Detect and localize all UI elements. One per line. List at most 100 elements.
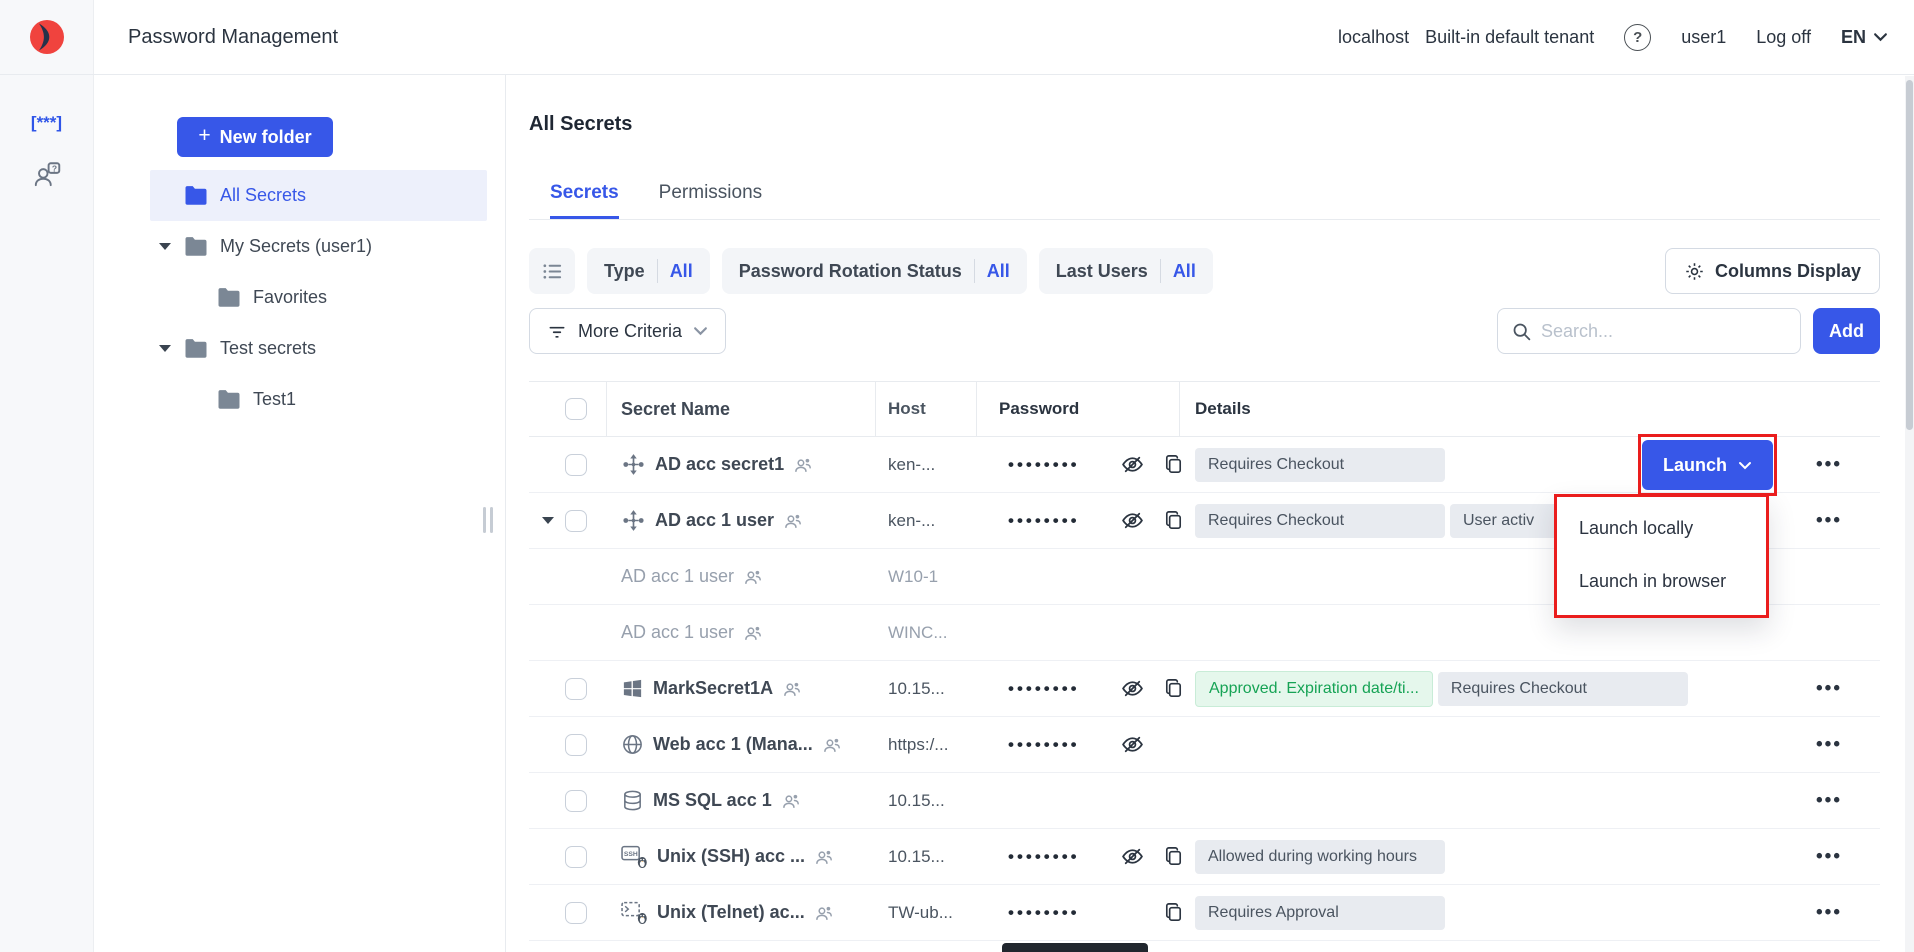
caret-down-icon[interactable] xyxy=(154,345,176,352)
row-checkbox[interactable] xyxy=(565,734,587,756)
ad-icon xyxy=(621,508,646,533)
row-checkbox[interactable] xyxy=(565,510,587,532)
host-value: 10.15... xyxy=(876,847,977,867)
secret-name[interactable]: MarkSecret1A xyxy=(653,678,773,699)
table-row[interactable]: Unix (Telnet) ac... TW-ub... •••••••• Re… xyxy=(529,885,1880,941)
host-value: 10.15... xyxy=(876,679,977,699)
filter-chip-password-rotation-status[interactable]: Password Rotation Status All xyxy=(722,248,1027,294)
host-value: https:/... xyxy=(876,735,977,755)
more-actions-button[interactable]: ••• xyxy=(1816,852,1842,862)
status-badge: Requires Checkout xyxy=(1195,448,1445,482)
eye-off-icon[interactable] xyxy=(1120,844,1145,869)
folder-icon xyxy=(184,338,208,359)
folder-label: Favorites xyxy=(253,287,327,308)
eye-off-icon[interactable] xyxy=(1120,732,1145,757)
more-actions-button[interactable]: ••• xyxy=(1816,684,1842,694)
caret-down-icon[interactable] xyxy=(154,243,176,250)
more-actions-button[interactable]: ••• xyxy=(1816,740,1842,750)
columns-display-button[interactable]: Columns Display xyxy=(1665,248,1880,294)
menu-item-launch-locally[interactable]: Launch locally xyxy=(1557,502,1766,555)
password-mask: •••••••• xyxy=(1008,511,1103,531)
filter-bar: Type All Password Rotation Status All La… xyxy=(529,248,1880,294)
folder-label: My Secrets (user1) xyxy=(220,236,372,257)
list-icon xyxy=(541,260,564,283)
launch-label: Launch xyxy=(1663,455,1727,476)
more-actions-button[interactable]: ••• xyxy=(1816,460,1842,470)
table-row[interactable]: MS SQL acc 1 10.15... ••• xyxy=(529,773,1880,829)
secret-name[interactable]: Unix (SSH) acc ... xyxy=(657,846,805,867)
tab-secrets[interactable]: Secrets xyxy=(550,182,619,219)
secret-name[interactable]: MS SQL acc 1 xyxy=(653,790,772,811)
secret-name[interactable]: AD acc 1 user xyxy=(655,510,774,531)
sidebar-item-favorites[interactable]: Favorites xyxy=(150,272,487,323)
column-header-host[interactable]: Host xyxy=(876,382,977,436)
table-row[interactable]: MarkSecret1A 10.15... •••••••• Approved.… xyxy=(529,661,1880,717)
eye-off-icon[interactable] xyxy=(1120,508,1145,533)
launch-annotation-box: Launch xyxy=(1638,434,1777,496)
sidebar-resize-handle[interactable] xyxy=(483,507,493,533)
row-checkbox[interactable] xyxy=(565,454,587,476)
status-badge: Requires Approval xyxy=(1195,896,1445,930)
criteria-bar: More Criteria Add xyxy=(529,308,1880,354)
search-input[interactable] xyxy=(1541,321,1787,342)
divider xyxy=(657,259,658,283)
column-header-secret-name[interactable]: Secret Name xyxy=(607,382,876,436)
tab-permissions[interactable]: Permissions xyxy=(659,182,762,219)
host-value: WINC... xyxy=(876,623,977,643)
more-actions-button[interactable]: ••• xyxy=(1816,796,1842,806)
password-mask: •••••••• xyxy=(1008,903,1103,923)
user-group-icon xyxy=(743,623,763,643)
search-icon xyxy=(1511,321,1532,342)
filter-chip-type[interactable]: Type All xyxy=(587,248,710,294)
folder-icon xyxy=(184,185,208,206)
svg-text:?: ? xyxy=(51,163,56,173)
user-help-icon[interactable]: ? xyxy=(31,159,63,191)
row-checkbox[interactable] xyxy=(565,790,587,812)
host-value: TW-ub... xyxy=(876,903,977,923)
new-folder-button[interactable]: + New folder xyxy=(177,117,333,157)
table-row[interactable]: SSH Unix (SSH) acc ... 10.15... ••••••••… xyxy=(529,829,1880,885)
password-mask: •••••••• xyxy=(1008,455,1103,475)
app-logo[interactable] xyxy=(0,0,94,74)
secret-name[interactable]: Web acc 1 (Mana... xyxy=(653,734,813,755)
select-all-checkbox[interactable] xyxy=(565,398,587,420)
row-checkbox[interactable] xyxy=(565,846,587,868)
telnet-icon xyxy=(621,900,648,925)
row-checkbox[interactable] xyxy=(565,902,587,924)
more-actions-button[interactable]: ••• xyxy=(1816,908,1842,918)
add-button[interactable]: Add xyxy=(1813,308,1880,354)
launch-button[interactable]: Launch xyxy=(1642,440,1773,490)
logoff-link[interactable]: Log off xyxy=(1756,27,1811,48)
secret-name[interactable]: AD acc 1 user xyxy=(621,622,734,643)
menu-item-launch-in-browser[interactable]: Launch in browser xyxy=(1557,555,1766,608)
more-actions-button[interactable]: ••• xyxy=(1816,516,1842,526)
folder-icon xyxy=(217,389,241,410)
main-content: All Secrets SecretsPermissions Type All … xyxy=(506,75,1914,952)
list-view-button[interactable] xyxy=(529,248,575,294)
details-cell: Approved. Expiration date/ti...Requires … xyxy=(1180,671,1796,707)
eye-off-icon[interactable] xyxy=(1120,676,1145,701)
language-selector[interactable]: EN xyxy=(1841,27,1888,48)
secret-name[interactable]: Unix (Telnet) ac... xyxy=(657,902,805,923)
ad-icon xyxy=(621,452,646,477)
table-row[interactable]: Web acc 1 (Mana... https:/... •••••••• •… xyxy=(529,717,1880,773)
password-module-icon[interactable]: [***] xyxy=(31,113,62,133)
eye-off-icon[interactable] xyxy=(1120,452,1145,477)
secret-name[interactable]: AD acc 1 user xyxy=(621,566,734,587)
host-label: localhost xyxy=(1338,27,1409,48)
column-header-password[interactable]: Password xyxy=(977,382,1180,436)
sidebar-item-test-secrets[interactable]: Test secrets xyxy=(150,323,487,374)
filter-chip-last-users[interactable]: Last Users All xyxy=(1039,248,1213,294)
partial-row-tooltip xyxy=(1002,943,1148,952)
more-criteria-button[interactable]: More Criteria xyxy=(529,308,726,354)
sidebar-item-my-secrets-user1-[interactable]: My Secrets (user1) xyxy=(150,221,487,272)
column-header-details[interactable]: Details xyxy=(1180,382,1880,436)
sidebar-item-all-secrets[interactable]: All Secrets xyxy=(150,170,487,221)
logo-icon xyxy=(26,16,68,58)
scrollbar-thumb[interactable] xyxy=(1906,80,1913,430)
row-checkbox[interactable] xyxy=(565,678,587,700)
expand-caret-icon[interactable] xyxy=(539,517,557,524)
help-icon[interactable]: ? xyxy=(1624,24,1651,51)
secret-name[interactable]: AD acc secret1 xyxy=(655,454,784,475)
sidebar-item-test1[interactable]: Test1 xyxy=(150,374,487,425)
